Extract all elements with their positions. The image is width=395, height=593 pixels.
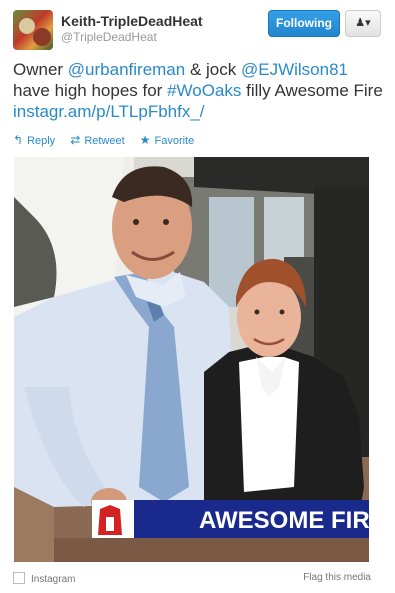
- favorite-action[interactable]: ★ Favorite: [140, 133, 195, 147]
- media-footer: Instagram Flag this media: [13, 572, 371, 588]
- avatar-shape: [19, 18, 35, 34]
- reply-action[interactable]: ↰ Reply: [13, 133, 55, 147]
- banner-text: AWESOME FIR: [199, 507, 369, 534]
- tweet-text-part: filly Awesome Fire: [241, 81, 383, 100]
- avatar[interactable]: [13, 10, 53, 50]
- url-link[interactable]: instagr.am/p/LTLpFbhfx_/: [13, 102, 205, 121]
- flag-media-link[interactable]: Flag this media: [303, 572, 371, 583]
- reply-icon: ↰: [13, 133, 24, 147]
- user-fullname[interactable]: Keith-TripleDeadHeat: [61, 13, 203, 30]
- photo-illustration: AWESOME FIR: [14, 157, 369, 562]
- tweet-text: Owner @urbanfireman & jock @EJWilson81 h…: [13, 59, 385, 122]
- retweet-action[interactable]: ⇄ Retweet: [70, 133, 124, 147]
- mention-link[interactable]: @EJWilson81: [241, 60, 348, 79]
- tweet-header: Keith-TripleDeadHeat @TripleDeadHeat Fol…: [13, 10, 383, 50]
- user-dropdown-button[interactable]: ♟▾: [345, 10, 381, 37]
- hashtag-link[interactable]: #WoOaks: [167, 81, 241, 100]
- user-icon: ♟▾: [355, 17, 371, 29]
- retweet-label: Retweet: [84, 135, 125, 147]
- tweet-text-part: Owner: [13, 60, 68, 79]
- avatar-shape: [33, 28, 51, 46]
- reply-label: Reply: [27, 135, 56, 147]
- mention-link[interactable]: @urbanfireman: [68, 60, 185, 79]
- media-photo[interactable]: AWESOME FIR: [14, 157, 369, 562]
- source-checkbox[interactable]: [13, 572, 25, 584]
- favorite-label: Favorite: [154, 135, 195, 147]
- user-names: Keith-TripleDeadHeat @TripleDeadHeat: [61, 13, 203, 45]
- tweet-actions: ↰ Reply ⇄ Retweet ★ Favorite: [13, 133, 206, 149]
- retweet-icon: ⇄: [70, 133, 81, 147]
- tweet-text-part: have high hopes for: [13, 81, 168, 100]
- user-handle[interactable]: @TripleDeadHeat: [61, 30, 203, 45]
- tweet-text-part: & jock: [185, 60, 241, 79]
- star-icon: ★: [139, 133, 151, 147]
- media-source[interactable]: Instagram: [31, 574, 75, 585]
- following-button[interactable]: Following: [268, 10, 340, 37]
